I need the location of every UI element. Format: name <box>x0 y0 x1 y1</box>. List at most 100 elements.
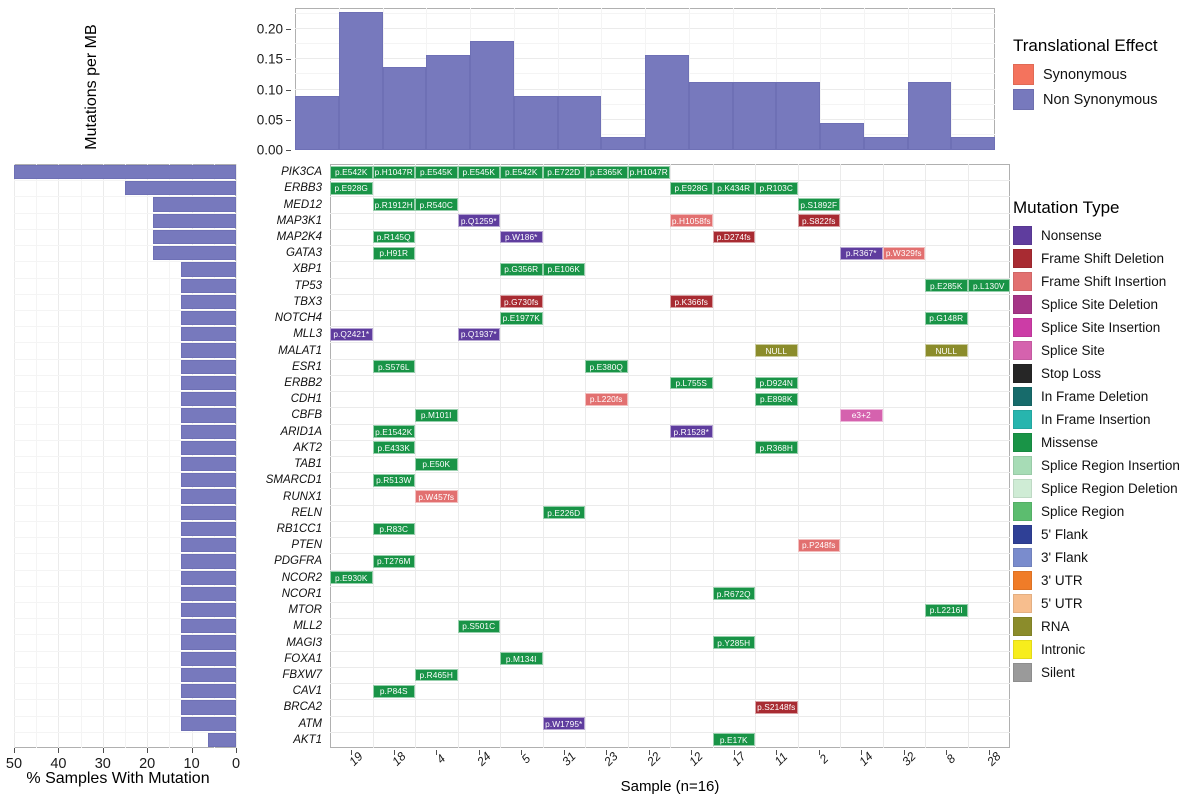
mutation-cell[interactable]: p.E433K <box>372 441 415 455</box>
mutation-cell[interactable]: p.Q1259* <box>457 214 500 228</box>
mutation-cell[interactable]: p.D274fs <box>712 230 755 244</box>
gridline-horizontal <box>330 569 1010 571</box>
mutation-cell[interactable]: p.H1047R <box>627 165 670 179</box>
mutation-cell[interactable]: p.E1542K <box>372 425 415 439</box>
percent-samples-bar <box>180 310 236 326</box>
mutation-cell[interactable]: p.L755S <box>670 376 713 390</box>
mutation-cell[interactable]: p.E50K <box>415 457 458 471</box>
mutation-cell[interactable]: p.E928G <box>330 181 373 195</box>
mutation-type-legend-item[interactable]: 3' Flank <box>1013 546 1180 569</box>
mutation-cell[interactable]: p.L220fs <box>585 392 628 406</box>
mutation-cell[interactable]: p.H1058fs <box>670 214 713 228</box>
sample-label: 19 <box>346 749 366 769</box>
mutation-cell[interactable]: p.L2216I <box>925 603 968 617</box>
mutation-type-legend-item[interactable]: Splice Site Insertion <box>1013 316 1180 339</box>
mutation-cell[interactable]: p.D924N <box>755 376 798 390</box>
oncoprint-grid: p.E542K p.H1047R p.E545K p.E545K p.E542K p.E7… <box>330 164 1010 748</box>
mutation-cell[interactable]: p.W186* <box>500 230 543 244</box>
mutation-cell[interactable]: p.R465H <box>415 668 458 682</box>
mutation-cell[interactable]: p.W329fs <box>882 246 925 260</box>
percent-samples-bar <box>152 197 236 212</box>
mutation-type-legend-item[interactable]: Frame Shift Insertion <box>1013 270 1180 293</box>
mutation-cell[interactable]: p.R83C <box>372 522 415 536</box>
mutation-cell[interactable]: p.R540C <box>415 198 458 212</box>
mutation-type-legend-item[interactable]: Stop Loss <box>1013 362 1180 385</box>
mutation-cell[interactable]: p.E365K <box>585 165 628 179</box>
mutation-cell[interactable]: p.R103C <box>755 181 798 195</box>
mutation-cell[interactable]: p.E542K <box>500 165 543 179</box>
mutation-type-legend-item[interactable]: Splice Region <box>1013 500 1180 523</box>
mutation-type-legend-item[interactable]: Splice Region Insertion <box>1013 454 1180 477</box>
mutation-cell[interactable]: p.S822fs <box>797 214 840 228</box>
mutation-cell[interactable]: p.L130V <box>967 279 1010 293</box>
mutation-cell[interactable]: p.W457fs <box>415 490 458 504</box>
mutation-cell[interactable]: p.P248fs <box>797 538 840 552</box>
mutation-type-legend-item[interactable]: 5' UTR <box>1013 592 1180 615</box>
mutation-type-legend-item[interactable]: RNA <box>1013 615 1180 638</box>
mutation-cell[interactable]: p.E722D <box>542 165 585 179</box>
mutation-cell[interactable]: p.E928G <box>670 181 713 195</box>
mutation-type-legend-item[interactable]: Splice Site Deletion <box>1013 293 1180 316</box>
mutation-cell[interactable]: p.E380Q <box>585 360 628 374</box>
mutation-cell[interactable]: p.G356R <box>500 262 543 276</box>
mutation-cell[interactable]: p.E898K <box>755 392 798 406</box>
mutation-cell[interactable]: p.S2148fs <box>755 700 798 714</box>
mutation-cell[interactable]: p.Y285H <box>712 636 755 650</box>
mutation-cell[interactable]: p.E542K <box>330 165 373 179</box>
mutation-cell[interactable]: p.R367* <box>840 246 883 260</box>
mutation-type-legend-item[interactable]: Nonsense <box>1013 224 1180 247</box>
translational-effect-legend-item[interactable]: Non Synonymous <box>1013 87 1158 112</box>
mutation-cell[interactable]: p.G148R <box>925 311 968 325</box>
mutation-type-legend-item[interactable]: Frame Shift Deletion <box>1013 247 1180 270</box>
left-chart-x-tick-mark <box>147 748 149 753</box>
mutation-cell[interactable]: p.R513W <box>372 473 415 487</box>
mutation-cell[interactable]: p.P84S <box>372 684 415 698</box>
mutation-cell[interactable]: p.Q1937* <box>457 327 500 341</box>
mutation-cell[interactable]: p.E545K <box>457 165 500 179</box>
mutation-type-legend-item[interactable]: In Frame Deletion <box>1013 385 1180 408</box>
gridline-horizontal <box>330 228 1010 230</box>
mutation-cell[interactable]: p.R1528* <box>670 425 713 439</box>
mutation-cell[interactable]: p.H1047R <box>372 165 415 179</box>
mutation-type-legend-item[interactable]: Missense <box>1013 431 1180 454</box>
mutation-cell[interactable]: e3+2 <box>840 408 883 422</box>
sample-label: 18 <box>389 749 409 769</box>
mutation-cell[interactable]: p.K434R <box>712 181 755 195</box>
mutation-type-legend-item[interactable]: Splice Region Deletion <box>1013 477 1180 500</box>
mutation-cell[interactable]: p.G730fs <box>500 295 543 309</box>
mutation-type-legend-item[interactable]: Splice Site <box>1013 339 1180 362</box>
mutation-cell[interactable]: NULL <box>925 344 968 358</box>
mutation-cell[interactable]: p.R672Q <box>712 587 755 601</box>
mutation-cell[interactable]: p.E1977K <box>500 311 543 325</box>
mutation-type-legend-item[interactable]: Silent <box>1013 661 1180 684</box>
mutation-cell[interactable]: NULL <box>755 344 798 358</box>
gridline-horizontal <box>330 472 1010 474</box>
mutation-type-legend-item[interactable]: Intronic <box>1013 638 1180 661</box>
mutation-cell[interactable]: p.M101I <box>415 408 458 422</box>
mutation-cell[interactable]: p.E106K <box>542 262 585 276</box>
mutation-cell[interactable]: p.H91R <box>372 246 415 260</box>
percent-samples-bar <box>180 586 236 602</box>
mutation-cell[interactable]: p.S501C <box>457 619 500 633</box>
sample-label: 11 <box>771 749 791 769</box>
mutation-cell[interactable]: p.S576L <box>372 360 415 374</box>
mutation-cell[interactable]: p.E17K <box>712 733 755 747</box>
mutation-cell[interactable]: p.W1795* <box>542 717 585 731</box>
mutation-cell[interactable]: p.R1912H <box>372 198 415 212</box>
mutation-cell[interactable]: p.R368H <box>755 441 798 455</box>
mutation-cell[interactable]: p.E545K <box>415 165 458 179</box>
mutation-cell[interactable]: p.T276M <box>372 554 415 568</box>
mutation-cell[interactable]: p.E285K <box>925 279 968 293</box>
mutation-cell[interactable]: p.E226D <box>542 506 585 520</box>
mutation-cell[interactable]: p.S1892F <box>797 198 840 212</box>
mutation-cell[interactable]: p.M134I <box>500 652 543 666</box>
mutation-cell[interactable]: p.R145Q <box>372 230 415 244</box>
gridline-horizontal <box>330 391 1010 393</box>
mutation-cell[interactable]: p.Q2421* <box>330 327 373 341</box>
mutation-cell[interactable]: p.E930K <box>330 571 373 585</box>
mutation-type-legend-item[interactable]: 3' UTR <box>1013 569 1180 592</box>
mutation-type-legend-item[interactable]: 5' Flank <box>1013 523 1180 546</box>
mutation-type-legend-item[interactable]: In Frame Insertion <box>1013 408 1180 431</box>
translational-effect-legend-item[interactable]: Synonymous <box>1013 62 1158 87</box>
mutation-cell[interactable]: p.K366fs <box>670 295 713 309</box>
